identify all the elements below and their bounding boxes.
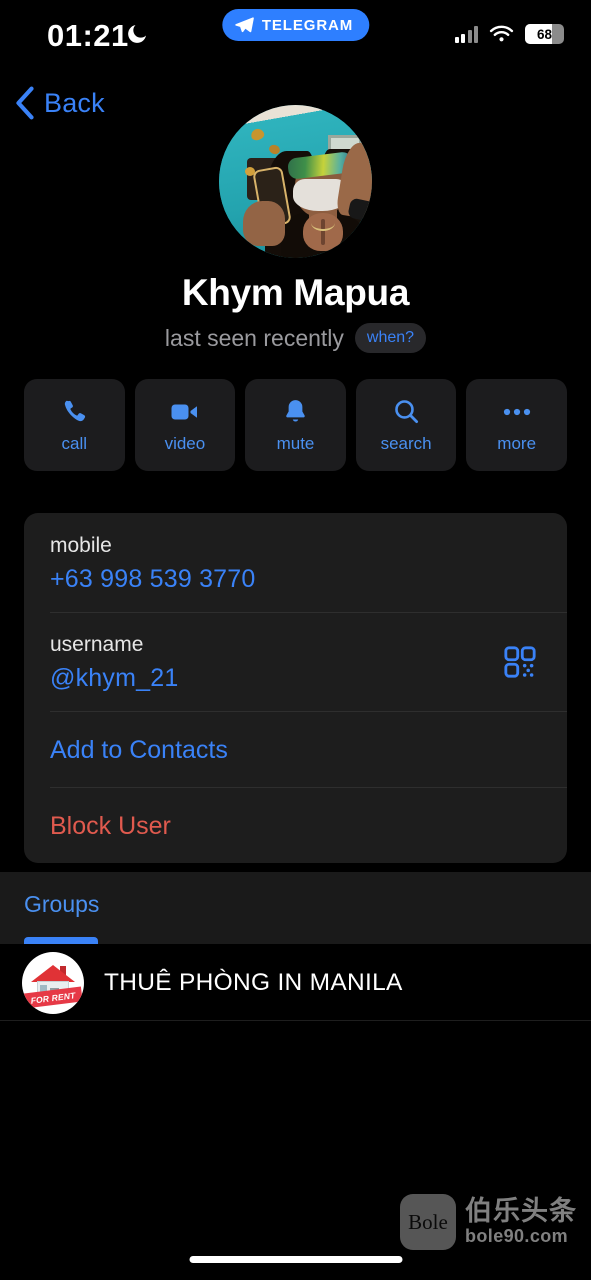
group-avatar-banner-text: FOR RENT — [30, 989, 76, 1005]
bell-icon — [280, 397, 310, 427]
contact-info-card: mobile +63 998 539 3770 username @khym_2… — [24, 513, 567, 863]
action-buttons-row: call video mute search more — [24, 379, 567, 471]
phone-icon — [59, 397, 89, 427]
more-button[interactable]: more — [466, 379, 567, 471]
cellular-signal-icon — [454, 25, 478, 43]
status-bar: 01:21 TELEGRAM 68 — [0, 0, 591, 68]
watermark-badge: Bole — [400, 1194, 456, 1250]
video-button-label: video — [164, 433, 206, 453]
search-icon — [391, 397, 421, 427]
username-row[interactable]: username @khym_21 — [24, 612, 567, 711]
chevron-left-icon — [16, 86, 34, 120]
list-item[interactable]: FOR RENT THUÊ PHÒNG IN MANILA — [0, 944, 591, 1021]
telegram-plane-icon — [234, 17, 254, 33]
mute-button-label: mute — [276, 433, 315, 453]
qr-code-icon[interactable] — [503, 645, 537, 679]
moon-icon — [128, 25, 146, 43]
battery-indicator: 68 — [525, 24, 564, 44]
call-button-label: call — [61, 433, 88, 453]
watermark-brand: 伯乐头条 — [465, 1195, 577, 1226]
status-bar-time: 01:21 — [47, 18, 129, 53]
battery-percent-label: 68 — [536, 26, 553, 42]
mobile-value: +63 998 539 3770 — [50, 565, 256, 593]
username-label: username — [50, 633, 144, 656]
page-title: Khym Mapua — [181, 272, 410, 313]
telegram-app-pill[interactable]: TELEGRAM — [221, 9, 370, 41]
mute-button[interactable]: mute — [245, 379, 346, 471]
avatar[interactable] — [219, 105, 372, 258]
status-bar-indicators: 68 — [454, 24, 564, 44]
back-button-label: Back — [44, 87, 105, 118]
search-button-label: search — [380, 433, 432, 453]
mobile-label: mobile — [50, 534, 112, 557]
telegram-app-pill-label: TELEGRAM — [261, 16, 354, 34]
search-button[interactable]: search — [355, 379, 457, 471]
more-button-label: more — [497, 433, 537, 453]
watermark-badge-text: Bole — [408, 1209, 448, 1234]
call-button[interactable]: call — [24, 379, 125, 471]
group-avatar-for-rent: FOR RENT — [22, 951, 84, 1014]
watermark: Bole 伯乐头条 bole90.com — [400, 1194, 577, 1250]
tab-groups[interactable]: Groups — [24, 891, 99, 918]
add-to-contacts-row[interactable]: Add to Contacts — [24, 711, 567, 787]
add-to-contacts-label: Add to Contacts — [50, 736, 228, 764]
block-user-row[interactable]: Block User — [24, 787, 567, 863]
profile-status-row: last seen recently when? — [0, 323, 591, 353]
username-value: @khym_21 — [50, 664, 179, 692]
back-button[interactable]: Back — [14, 86, 105, 120]
phone-screen: 01:21 TELEGRAM 68 Back Khym Mapua last s… — [0, 0, 591, 1280]
ellipsis-icon — [502, 397, 532, 427]
when-badge[interactable]: when? — [354, 323, 427, 353]
video-button[interactable]: video — [134, 379, 236, 471]
home-indicator[interactable] — [189, 1256, 402, 1263]
video-camera-icon — [170, 397, 200, 427]
wifi-icon — [489, 25, 514, 41]
avatar-image — [219, 105, 372, 258]
group-title: THUÊ PHÒNG IN MANILA — [104, 968, 403, 996]
watermark-url: bole90.com — [465, 1226, 569, 1247]
block-user-label: Block User — [50, 812, 171, 840]
mobile-row[interactable]: mobile +63 998 539 3770 — [24, 513, 567, 612]
tab-bar: Groups — [0, 872, 591, 944]
tab-active-indicator — [24, 937, 98, 944]
profile-status-text: last seen recently — [164, 324, 344, 351]
